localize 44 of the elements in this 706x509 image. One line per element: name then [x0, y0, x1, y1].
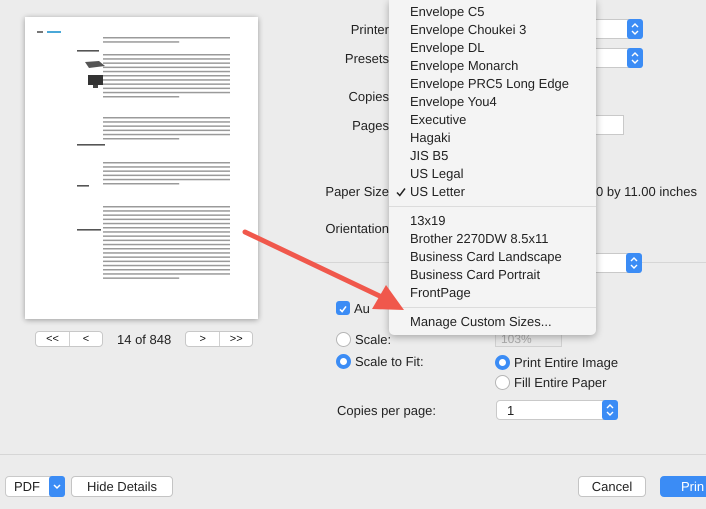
stepper-icon — [602, 400, 618, 420]
checkbox-label: Au — [354, 300, 370, 316]
radio-label: Print Entire Image — [514, 354, 618, 370]
field-label: Presets — [344, 50, 389, 66]
paper-size-text: 0 by 11.00 inches — [596, 184, 697, 198]
menu-item[interactable]: Envelope PRC5 Long Edge — [389, 75, 596, 93]
chevron-down-icon — [49, 476, 65, 497]
field-label: Printer — [350, 22, 389, 36]
menu-item[interactable]: Envelope Monarch — [389, 57, 596, 75]
checkbox[interactable] — [336, 301, 350, 315]
menu-item[interactable]: Manage Custom Sizes... — [389, 313, 596, 331]
menu-item[interactable]: Envelope C5 — [389, 3, 596, 21]
menu-item[interactable]: Envelope You4 — [389, 93, 596, 111]
page-nav-button[interactable]: >> — [219, 332, 252, 346]
field-label: Paper Size — [324, 184, 389, 198]
hide-details-button[interactable]: Hide Details — [71, 476, 173, 497]
menu-item[interactable]: Business Card Landscape — [389, 248, 596, 266]
menu-item[interactable]: Business Card Portrait — [389, 266, 596, 284]
radio-button[interactable] — [336, 354, 351, 369]
menu-item[interactable]: JIS B5 — [389, 147, 596, 165]
menu-item[interactable]: 13x19 — [389, 212, 596, 230]
radio-label: Scale to Fit: — [355, 354, 425, 369]
menu-item[interactable]: Executive — [389, 111, 596, 129]
menu-item[interactable]: Brother 2270DW 8.5x11 — [389, 230, 596, 248]
field-label: Copies per page: — [337, 402, 438, 418]
menu-item[interactable]: Envelope DL — [389, 39, 596, 57]
radio-button[interactable] — [495, 354, 510, 370]
menu-item[interactable]: Hagaki — [389, 129, 596, 147]
menu-item[interactable]: US Legal — [389, 165, 596, 183]
radio-label: Fill Entire Paper — [514, 374, 606, 390]
field-label: Copies — [348, 88, 389, 104]
field-label: Pages — [351, 118, 389, 132]
menu-item[interactable]: US Letter — [389, 183, 596, 201]
field-label: Orientation — [324, 220, 389, 236]
menu-item[interactable]: Envelope Choukei 3 — [389, 21, 596, 39]
menu-item[interactable]: FrontPage — [389, 284, 596, 302]
radio-label: Scale: — [355, 332, 392, 346]
checkmark-icon — [396, 187, 406, 197]
radio-button[interactable] — [495, 374, 510, 390]
page-nav-button[interactable]: < — [69, 332, 102, 346]
copies-per-page-select[interactable]: 1 — [496, 400, 618, 420]
page-counter: 14 of 848 — [117, 332, 172, 346]
pdf-menu-button[interactable]: PDF — [5, 476, 65, 497]
cancel-button[interactable]: Cancel — [578, 476, 646, 497]
